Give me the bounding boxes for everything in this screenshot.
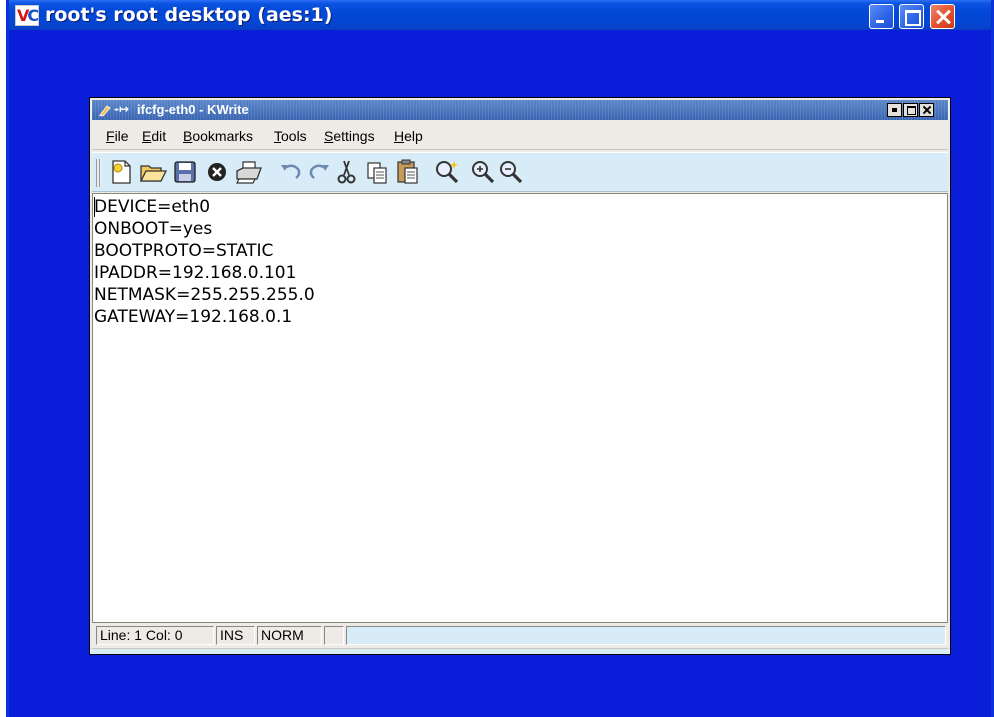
kwrite-maximize-button[interactable] [903, 103, 918, 117]
document-line[interactable]: BOOTPROTO=STATIC [94, 240, 273, 262]
document-line[interactable]: IPADDR=192.168.0.101 [94, 262, 296, 284]
menu-bookmarks[interactable]: Bookmarks [183, 128, 253, 144]
undo-icon[interactable] [276, 157, 306, 187]
kwrite-minimize-button[interactable] [887, 103, 902, 117]
zoom-out-icon[interactable] [496, 157, 526, 187]
vnc-viewer-window: VC root's root desktop (aes:1) -↦ ifcfg-… [6, 0, 994, 717]
main-toolbar [92, 152, 948, 192]
new-document-icon[interactable] [106, 157, 136, 187]
kwrite-app-icon [99, 105, 111, 117]
copy-icon[interactable] [362, 157, 392, 187]
menu-settings[interactable]: Settings [324, 128, 375, 144]
open-folder-icon[interactable] [138, 157, 168, 187]
text-editor[interactable]: DEVICE=eth0 ONBOOT=yes BOOTPROTO=STATIC … [92, 193, 948, 623]
menu-file[interactable]: File [106, 128, 129, 144]
kwrite-window: -↦ ifcfg-eth0 - KWrite File Edit Bookmar… [89, 97, 951, 655]
vnc-window-title: root's root desktop (aes:1) [45, 4, 333, 26]
print-icon[interactable] [234, 157, 264, 187]
save-disk-icon[interactable] [170, 157, 200, 187]
status-edit-mode: NORM [257, 626, 322, 645]
maximize-button[interactable] [899, 4, 924, 29]
kwrite-titlebar[interactable]: -↦ ifcfg-eth0 - KWrite [92, 100, 948, 120]
redo-icon[interactable] [304, 157, 334, 187]
close-button[interactable] [930, 4, 955, 29]
vnc-app-icon: VC [15, 5, 39, 26]
status-line-col: Line: 1 Col: 0 [96, 626, 214, 645]
menu-bar: File Edit Bookmarks Tools Settings Help [92, 122, 948, 150]
window-resize-edge[interactable] [92, 648, 948, 654]
document-line[interactable]: NETMASK=255.255.255.0 [94, 284, 315, 306]
kwrite-title: ifcfg-eth0 - KWrite [137, 102, 249, 117]
zoom-in-icon[interactable] [468, 157, 498, 187]
document-line[interactable]: ONBOOT=yes [94, 218, 212, 240]
paste-icon[interactable] [392, 157, 422, 187]
status-message [346, 626, 946, 645]
menu-edit[interactable]: Edit [142, 128, 166, 144]
minimize-button[interactable] [869, 4, 894, 29]
toolbar-handle[interactable] [96, 159, 101, 187]
menu-help[interactable]: Help [394, 128, 423, 144]
find-icon[interactable] [432, 157, 462, 187]
close-document-icon[interactable] [202, 157, 232, 187]
cut-icon[interactable] [332, 157, 362, 187]
status-modified [324, 626, 344, 645]
status-insert-mode: INS [216, 626, 255, 645]
vnc-titlebar[interactable]: VC root's root desktop (aes:1) [9, 0, 991, 30]
status-bar: Line: 1 Col: 0 INS NORM [92, 624, 948, 648]
menu-tools[interactable]: Tools [274, 128, 307, 144]
document-line[interactable]: DEVICE=eth0 [94, 196, 210, 218]
kwrite-close-button[interactable] [919, 103, 934, 117]
document-line[interactable]: GATEWAY=192.168.0.1 [94, 306, 292, 328]
kwrite-title-glyph: -↦ [114, 102, 130, 116]
